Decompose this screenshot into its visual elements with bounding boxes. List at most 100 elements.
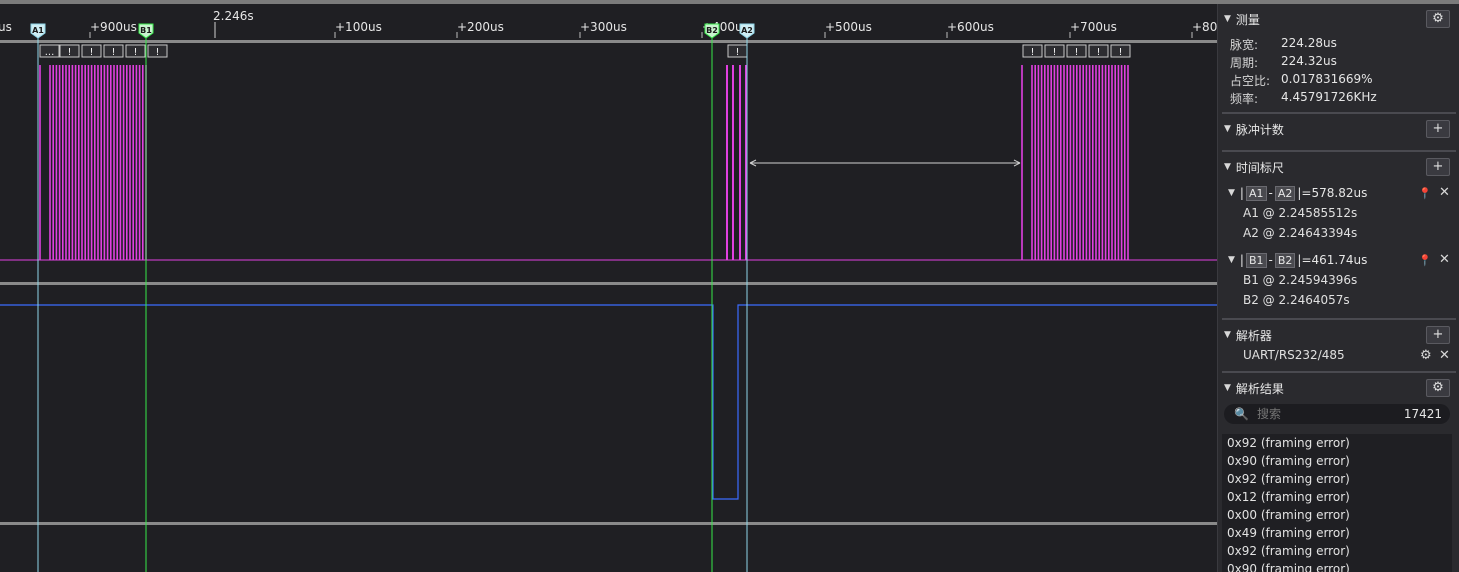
side-panel: ▼ 测量 ⚙ 脉宽: 224.28us 周期: 224.32us 占空比: 0.… — [1217, 4, 1459, 572]
analyzer-title: 解析器 — [1235, 328, 1272, 343]
ruler-a-point1: A1 @ 2.24585512s — [1243, 206, 1358, 220]
analyzer-item-uart[interactable]: UART/RS232/485 — [1243, 348, 1345, 362]
tick-label: +800 — [1192, 20, 1217, 34]
plus-icon: + — [1432, 159, 1444, 174]
divider — [1222, 150, 1456, 152]
analyzer-header[interactable]: ▼ 解析器 — [1224, 326, 1272, 344]
ruler-b-header[interactable]: ▼ | B1 - B2 |= 461.74us — [1228, 251, 1367, 269]
gear-icon[interactable]: ⚙ — [1420, 348, 1432, 363]
channel-separator — [0, 522, 1217, 525]
results-list[interactable]: 0x92 (framing error) 0x90 (framing error… — [1222, 434, 1452, 572]
add-pulse-count-button[interactable]: + — [1426, 120, 1450, 138]
cursor-a2-label: A2 — [741, 26, 753, 35]
ruler-b-right-tag: B2 — [1274, 252, 1296, 268]
annotation-label: ... — [45, 47, 55, 58]
divider — [1222, 318, 1456, 320]
close-icon[interactable]: ✕ — [1439, 185, 1450, 200]
results-settings-button[interactable]: ⚙ — [1426, 379, 1450, 397]
pulse-count-header[interactable]: ▼ 脉冲计数 — [1224, 120, 1284, 138]
tick-label: +600us — [947, 20, 994, 34]
annotation-label: ! — [1052, 47, 1056, 58]
waveform-canvas[interactable]: 2.246sus +900us +100us +200us +300us +400us +5… — [0, 4, 1217, 572]
results-search-box[interactable]: 🔍 17421 — [1224, 404, 1450, 424]
collapse-triangle-icon[interactable]: ▼ — [1224, 124, 1231, 134]
time-ruler-title: 时间标尺 — [1235, 160, 1284, 175]
ruler-a-header[interactable]: ▼ | A1 - A2 |= 578.82us — [1228, 184, 1367, 202]
divider — [1222, 112, 1456, 114]
measure-row-frequency: 频率: 4.45791726KHz — [1230, 90, 1377, 106]
measure-settings-button[interactable]: ⚙ — [1426, 10, 1450, 28]
tick-label: +900us — [90, 20, 137, 34]
annotation-label: ! — [1074, 47, 1078, 58]
cursor-a1-label: A1 — [32, 26, 44, 35]
search-icon: 🔍 — [1234, 407, 1249, 421]
add-analyzer-button[interactable]: + — [1426, 326, 1450, 344]
ruler-a-point2: A2 @ 2.24643394s — [1243, 226, 1358, 240]
list-item[interactable]: 0x90 (framing error) — [1222, 452, 1452, 470]
collapse-triangle-icon[interactable]: ▼ — [1224, 162, 1231, 172]
annotation-label: ! — [111, 47, 115, 58]
annotation-label: ! — [1096, 47, 1100, 58]
tick-label: +200us — [457, 20, 504, 34]
measure-header[interactable]: ▼ 测量 — [1224, 10, 1260, 28]
divider — [1222, 371, 1456, 373]
tick-label: +700us — [1070, 20, 1117, 34]
collapse-triangle-icon[interactable]: ▼ — [1228, 255, 1235, 265]
ruler-b-left-tag: B1 — [1245, 252, 1267, 268]
gear-icon: ⚙ — [1432, 11, 1444, 26]
collapse-triangle-icon[interactable]: ▼ — [1224, 330, 1231, 340]
time-ruler-bar — [0, 40, 1217, 43]
ch0-pulse-train — [1031, 65, 1129, 260]
main-time-label: 2.246s — [213, 9, 254, 23]
annotation-label: ! — [735, 47, 739, 58]
measure-title: 测量 — [1235, 12, 1260, 27]
list-item[interactable]: 0x92 (framing error) — [1222, 542, 1452, 560]
results-search-input[interactable] — [1254, 406, 1389, 422]
list-item[interactable]: 0x92 (framing error) — [1222, 434, 1452, 452]
results-header[interactable]: ▼ 解析结果 — [1224, 379, 1284, 397]
measure-row-period: 周期: 224.32us — [1230, 54, 1337, 70]
pin-icon[interactable]: 📍 — [1418, 254, 1432, 267]
add-time-ruler-button[interactable]: + — [1426, 158, 1450, 176]
collapse-triangle-icon[interactable]: ▼ — [1224, 14, 1231, 24]
pin-icon[interactable]: 📍 — [1418, 187, 1432, 200]
plus-icon: + — [1432, 121, 1444, 136]
close-icon[interactable]: ✕ — [1439, 252, 1450, 267]
ruler-b-diff: 461.74us — [1311, 253, 1368, 267]
annotation-label: ! — [89, 47, 93, 58]
list-item[interactable]: 0x90 (framing error) — [1222, 560, 1452, 572]
pulse-count-title: 脉冲计数 — [1235, 122, 1284, 137]
ruler-a-left-tag: A1 — [1245, 185, 1267, 201]
ruler-a-diff: 578.82us — [1311, 186, 1368, 200]
channel-separator — [0, 282, 1217, 285]
plus-icon: + — [1432, 327, 1444, 342]
cursor-b1-label: B1 — [140, 26, 152, 35]
list-item[interactable]: 0x92 (framing error) — [1222, 470, 1452, 488]
ruler-a-right-tag: A2 — [1274, 185, 1296, 201]
collapse-triangle-icon[interactable]: ▼ — [1228, 188, 1235, 198]
gear-icon: ⚙ — [1432, 380, 1444, 395]
time-ruler-header[interactable]: ▼ 时间标尺 — [1224, 158, 1284, 176]
cursor-b2-label: B2 — [706, 26, 718, 35]
annotation-label: ! — [67, 47, 71, 58]
results-count: 17421 — [1403, 407, 1442, 421]
tick-label: +300us — [580, 20, 627, 34]
measure-row-duty: 占空比: 0.017831669% — [1230, 72, 1373, 88]
tick-label-left: us — [0, 20, 12, 34]
list-item[interactable]: 0x49 (framing error) — [1222, 524, 1452, 542]
tick-label: +500us — [825, 20, 872, 34]
ruler-b-point1: B1 @ 2.24594396s — [1243, 273, 1358, 287]
annotation-label: ! — [1118, 47, 1122, 58]
ch1-signal — [0, 304, 1217, 500]
list-item[interactable]: 0x12 (framing error) — [1222, 488, 1452, 506]
collapse-triangle-icon[interactable]: ▼ — [1224, 383, 1231, 393]
annotation-label: ! — [1030, 47, 1034, 58]
results-title: 解析结果 — [1235, 381, 1284, 396]
measure-row-width: 脉宽: 224.28us — [1230, 36, 1337, 52]
tick-label: +100us — [335, 20, 382, 34]
ch0-pulse-train — [49, 65, 147, 260]
list-item[interactable]: 0x00 (framing error) — [1222, 506, 1452, 524]
close-icon[interactable]: ✕ — [1439, 348, 1450, 363]
annotation-label: ! — [155, 47, 159, 58]
waveform-view[interactable]: 2.246s us +900us +100us +200us +300us +400us +5… — [0, 4, 1217, 572]
